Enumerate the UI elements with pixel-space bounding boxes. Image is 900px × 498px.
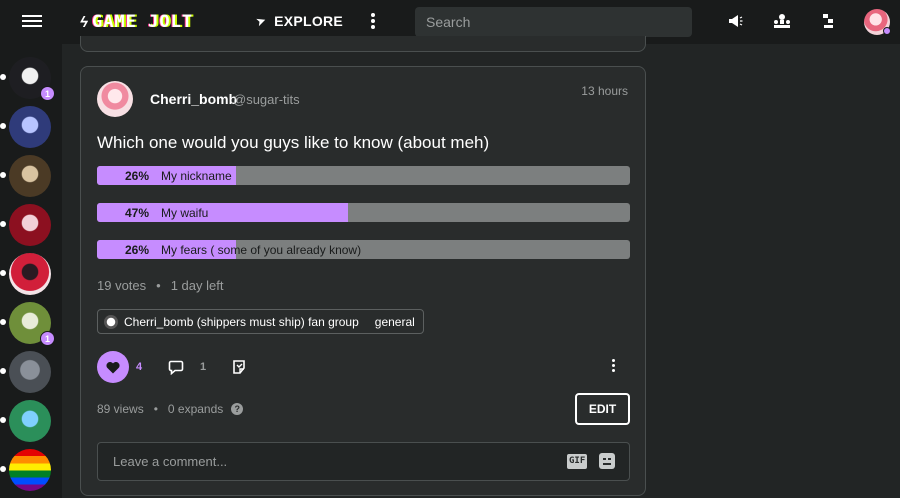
search-input[interactable] bbox=[415, 7, 692, 37]
poll-option-label: My waifu bbox=[161, 206, 209, 220]
poll-option[interactable]: 47% My waifu bbox=[97, 203, 630, 222]
community-tag[interactable]: Cherri_bomb (shippers must ship) fan gro… bbox=[97, 309, 424, 334]
explore-label: EXPLORE bbox=[274, 13, 344, 29]
expand-count: 0 expands bbox=[167, 402, 224, 416]
poll-option-label: My fears ( some of you already know) bbox=[161, 243, 362, 257]
emoji-icon[interactable] bbox=[599, 453, 615, 469]
menu-icon[interactable] bbox=[22, 12, 42, 32]
logo-text: GAME JOLT bbox=[91, 12, 194, 32]
poll-option[interactable]: 26% My nickname bbox=[97, 166, 630, 185]
post-card: Cherri_bomb @sugar-tits 13 hours Which o… bbox=[80, 66, 646, 496]
sidebar-community-6[interactable]: 1 bbox=[0, 302, 55, 346]
poll-votes: 19 votes bbox=[97, 278, 147, 293]
post-timestamp[interactable]: 13 hours bbox=[581, 84, 628, 98]
poll-time-left: 1 day left bbox=[170, 278, 224, 293]
sidebar-community-4[interactable] bbox=[0, 204, 51, 246]
comment-box: GIF bbox=[97, 442, 630, 481]
poll-percent: 26% bbox=[125, 169, 150, 183]
comment-input[interactable] bbox=[98, 443, 538, 480]
more-menu-icon[interactable] bbox=[370, 12, 376, 32]
like-button[interactable] bbox=[97, 351, 129, 383]
compass-icon: ➤ bbox=[253, 12, 269, 30]
channel-name: general bbox=[374, 314, 415, 329]
heart-icon bbox=[106, 361, 120, 373]
online-status-dot bbox=[883, 27, 891, 35]
unread-indicator bbox=[0, 319, 6, 325]
unread-indicator bbox=[0, 172, 6, 178]
unread-indicator bbox=[0, 123, 6, 129]
author-handle[interactable]: @sugar-tits bbox=[233, 92, 300, 107]
previous-post-card bbox=[80, 36, 646, 52]
post-title: Which one would you guys like to know (a… bbox=[97, 133, 490, 152]
poll-percent: 26% bbox=[125, 243, 150, 257]
unread-indicator bbox=[0, 368, 6, 374]
poll-option[interactable]: 26% My fears ( some of you already know) bbox=[97, 240, 630, 259]
sidebar-community-8[interactable] bbox=[0, 400, 51, 442]
author-avatar[interactable] bbox=[97, 81, 133, 117]
notifications-icon[interactable] bbox=[819, 12, 837, 30]
community-name: Cherri_bomb (shippers must ship) fan gro… bbox=[124, 314, 359, 329]
unread-indicator bbox=[0, 221, 6, 227]
sticker-icon[interactable] bbox=[231, 359, 247, 375]
separator-dot: • bbox=[153, 402, 158, 416]
poll-option-label: My nickname bbox=[161, 169, 232, 183]
edit-button[interactable]: EDIT bbox=[575, 393, 630, 425]
gif-button[interactable]: GIF bbox=[567, 454, 588, 469]
poll-meta: 19 votes • 1 day left bbox=[97, 278, 223, 293]
logo-bolt-icon: ϟ bbox=[80, 13, 88, 31]
community-sidebar: 1 1 bbox=[0, 44, 62, 498]
like-count[interactable]: 4 bbox=[136, 361, 142, 373]
help-icon[interactable]: ? bbox=[231, 403, 244, 415]
view-count: 89 views bbox=[97, 402, 144, 416]
sidebar-community-9[interactable] bbox=[0, 449, 51, 491]
poll-percent: 47% bbox=[125, 206, 150, 220]
community-thumbnail bbox=[104, 314, 118, 329]
comment-icon[interactable] bbox=[168, 359, 184, 376]
sidebar-community-2[interactable] bbox=[0, 106, 51, 148]
explore-link[interactable]: ➤ EXPLORE bbox=[253, 12, 344, 30]
author-name[interactable]: Cherri_bomb bbox=[150, 91, 237, 107]
unread-indicator bbox=[0, 417, 6, 423]
sidebar-community-1[interactable]: 1 bbox=[0, 57, 55, 101]
unread-badge: 1 bbox=[40, 331, 55, 346]
trophy-icon[interactable] bbox=[773, 12, 791, 30]
unread-indicator bbox=[0, 466, 6, 472]
megaphone-icon[interactable] bbox=[726, 12, 744, 30]
unread-badge: 1 bbox=[40, 86, 55, 101]
game-jolt-logo[interactable]: ϟ GAME JOLT bbox=[80, 12, 193, 32]
post-stats: 89 views • 0 expands ? bbox=[97, 402, 244, 416]
sidebar-community-5[interactable] bbox=[0, 253, 51, 295]
sidebar-community-3[interactable] bbox=[0, 155, 51, 197]
unread-indicator bbox=[0, 270, 6, 276]
comment-count[interactable]: 1 bbox=[200, 361, 206, 373]
unread-indicator bbox=[0, 74, 6, 80]
separator-dot: • bbox=[156, 278, 161, 293]
sidebar-community-7[interactable] bbox=[0, 351, 51, 393]
post-options-icon[interactable] bbox=[611, 359, 615, 375]
